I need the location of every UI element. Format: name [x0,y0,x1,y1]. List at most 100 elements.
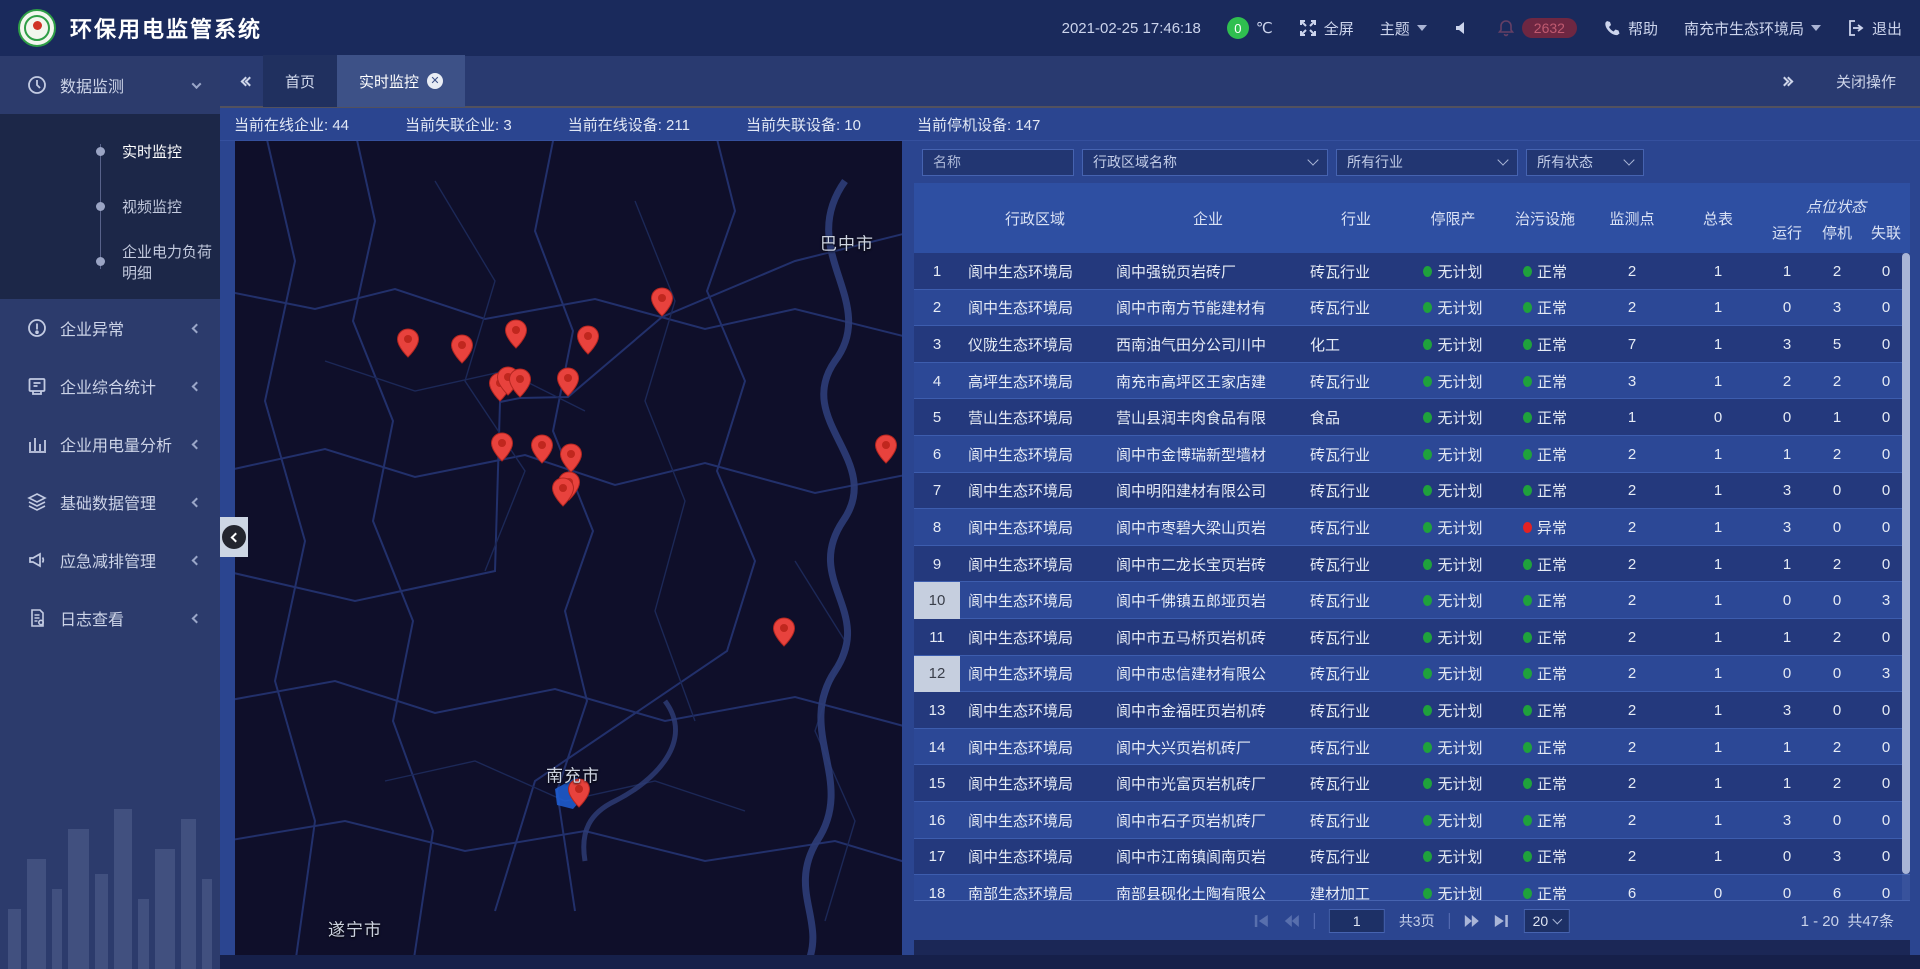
tabs-scroll-right-button[interactable] [1781,78,1792,85]
close-icon[interactable]: ✕ [427,73,443,89]
column-group-header: 点位状态 [1762,184,1910,217]
status-filter-select[interactable]: 所有状态 [1526,149,1644,176]
map-pin[interactable] [874,434,898,464]
cell-stopped: 0 [1812,592,1862,609]
status-dot-green [1523,376,1532,387]
org-dropdown[interactable]: 南充市生态环境局 [1684,18,1821,39]
name-filter-input-field[interactable] [933,154,1063,170]
divider [1314,913,1315,929]
map-pin[interactable] [576,325,600,355]
map-pin[interactable] [490,432,514,462]
map-pin[interactable] [556,367,580,397]
sidebar-item-应急减排管理[interactable]: 应急减排管理 [0,531,220,589]
sidebar-subitem-实时监控[interactable]: 实时监控 [0,124,220,179]
row-number: 4 [914,363,960,400]
status-dot-green [1423,668,1432,679]
cell-limit-status: 无计划 [1406,627,1500,648]
cell-region: 高坪生态环境局 [960,371,1110,392]
city-label-遂宁市: 遂宁市 [328,916,382,941]
map-pin[interactable] [504,319,528,349]
facility-text: 正常 [1537,480,1567,501]
close-operations-button[interactable]: 关闭操作 [1836,71,1896,92]
table-row[interactable]: 13阆中生态环境局阆中市金福旺页岩机砖砖瓦行业无计划正常21300 [914,692,1910,729]
table-row[interactable]: 11阆中生态环境局阆中市五马桥页岩机砖砖瓦行业无计划正常21120 [914,619,1910,656]
cell-running: 3 [1762,519,1812,536]
table-row[interactable]: 17阆中生态环境局阆中市江南镇阆南页岩砖瓦行业无计划正常21030 [914,839,1910,876]
table-row[interactable]: 14阆中生态环境局阆中大兴页岩机砖厂砖瓦行业无计划正常21120 [914,729,1910,766]
region-filter-select[interactable]: 行政区域名称 [1082,149,1328,176]
table-row[interactable]: 18南部生态环境局南部县砚化土陶有限公建材加工无计划正常60060 [914,875,1910,900]
logout-icon [1847,19,1865,37]
map-panel[interactable]: 巴中市南充市遂宁市 [235,141,902,955]
sidebar-item-企业用电量分析[interactable]: 企业用电量分析 [0,415,220,473]
table-row[interactable]: 1阆中生态环境局阆中强锐页岩砖厂砖瓦行业无计划正常21120 [914,253,1910,290]
table-row[interactable]: 6阆中生态环境局阆中市金博瑞新型墙材砖瓦行业无计划正常21120 [914,436,1910,473]
cell-stopped: 2 [1812,629,1862,646]
map-pin[interactable] [559,443,583,473]
table-row[interactable]: 16阆中生态环境局阆中市石子页岩机砖厂砖瓦行业无计划正常21300 [914,802,1910,839]
map-pin[interactable] [508,368,532,398]
table-row[interactable]: 4高坪生态环境局南充市高坪区王家店建砖瓦行业无计划正常31220 [914,363,1910,400]
map-pin[interactable] [551,477,575,507]
tab-实时监控[interactable]: 实时监控 ✕ [337,55,465,107]
sidebar-item-数据监测[interactable]: 数据监测 [0,56,220,114]
caret-down-icon [1417,25,1427,31]
map-pin[interactable] [530,434,554,464]
status-dot-green [1423,266,1432,277]
table-row[interactable]: 5营山生态环境局营山县润丰肉食品有限食品无计划正常10010 [914,399,1910,436]
cell-region: 南部生态环境局 [960,883,1110,900]
sidebar-subitem-企业电力负荷明细[interactable]: 企业电力负荷明细 [0,234,220,289]
map-pin[interactable] [650,287,674,317]
sidebar-subitem-视频监控[interactable]: 视频监控 [0,179,220,234]
logout-button[interactable]: 退出 [1847,18,1902,39]
page-number-input[interactable] [1329,909,1385,933]
sidebar-menu: 数据监测实时监控视频监控企业电力负荷明细企业异常企业综合统计企业用电量分析基础数… [0,56,220,647]
sidebar-item-企业异常[interactable]: 企业异常 [0,299,220,357]
table-scrollbar[interactable] [1902,253,1910,900]
tabs-scroll-left-button[interactable] [242,78,253,85]
sidebar-item-日志查看[interactable]: 日志查看 [0,589,220,647]
scrollbar-thumb[interactable] [1902,253,1910,874]
industry-filter-select[interactable]: 所有行业 [1336,149,1518,176]
speaker-icon [1453,19,1471,37]
map-pin[interactable] [450,334,474,364]
previous-page-button[interactable] [1284,914,1300,928]
next-page-button[interactable] [1464,914,1480,928]
table-row[interactable]: 2阆中生态环境局阆中市南方节能建材有砖瓦行业无计划正常21030 [914,290,1910,327]
map-pin[interactable] [396,328,420,358]
last-page-button[interactable] [1494,914,1510,928]
cell-stopped: 5 [1812,336,1862,353]
map-pin[interactable] [772,617,796,647]
mute-button[interactable] [1453,19,1471,37]
sidebar-item-企业综合统计[interactable]: 企业综合统计 [0,357,220,415]
cell-facility-status: 正常 [1500,444,1590,465]
table-row[interactable]: 12阆中生态环境局阆中市忠信建材有限公砖瓦行业无计划正常21003 [914,656,1910,693]
table-row[interactable]: 15阆中生态环境局阆中市光富页岩机砖厂砖瓦行业无计划正常21120 [914,765,1910,802]
table-row[interactable]: 9阆中生态环境局阆中市二龙长宝页岩砖砖瓦行业无计划正常21120 [914,546,1910,583]
table-row[interactable]: 7阆中生态环境局阆中明阳建材有限公司砖瓦行业无计划正常21300 [914,473,1910,510]
tab-label: 实时监控 [359,71,419,92]
notifications[interactable]: 2632 [1497,18,1577,38]
table-row[interactable]: 3仪陇生态环境局西南油气田分公司川中化工无计划正常71350 [914,326,1910,363]
sidebar-item-基础数据管理[interactable]: 基础数据管理 [0,473,220,531]
theme-dropdown[interactable]: 主题 [1380,18,1427,39]
cell-region: 阆中生态环境局 [960,517,1110,538]
tab-首页[interactable]: 首页 [263,55,337,107]
cell-company: 阆中市五马桥页岩机砖 [1110,627,1306,648]
limit-text: 无计划 [1437,334,1482,355]
name-filter-input[interactable] [922,149,1074,176]
table-row[interactable]: 8阆中生态环境局阆中市枣碧大梁山页岩砖瓦行业无计划异常21300 [914,509,1910,546]
help-button[interactable]: 帮助 [1603,18,1658,39]
facility-text: 正常 [1537,407,1567,428]
cell-company: 阆中市枣碧大梁山页岩 [1110,517,1306,538]
tab-bar: 首页 实时监控 ✕ 关闭操作 [220,56,1920,108]
cell-running: 3 [1762,702,1812,719]
map-collapse-handle[interactable] [220,517,248,557]
page-size-select[interactable]: 20 [1524,909,1571,933]
cell-running: 0 [1762,409,1812,426]
fullscreen-button[interactable]: 全屏 [1299,18,1354,39]
table-row[interactable]: 10阆中生态环境局阆中千佛镇五郎垭页岩砖瓦行业无计划正常21003 [914,582,1910,619]
first-page-button[interactable] [1254,914,1270,928]
log-file-icon [27,608,47,628]
cell-running: 0 [1762,885,1812,900]
